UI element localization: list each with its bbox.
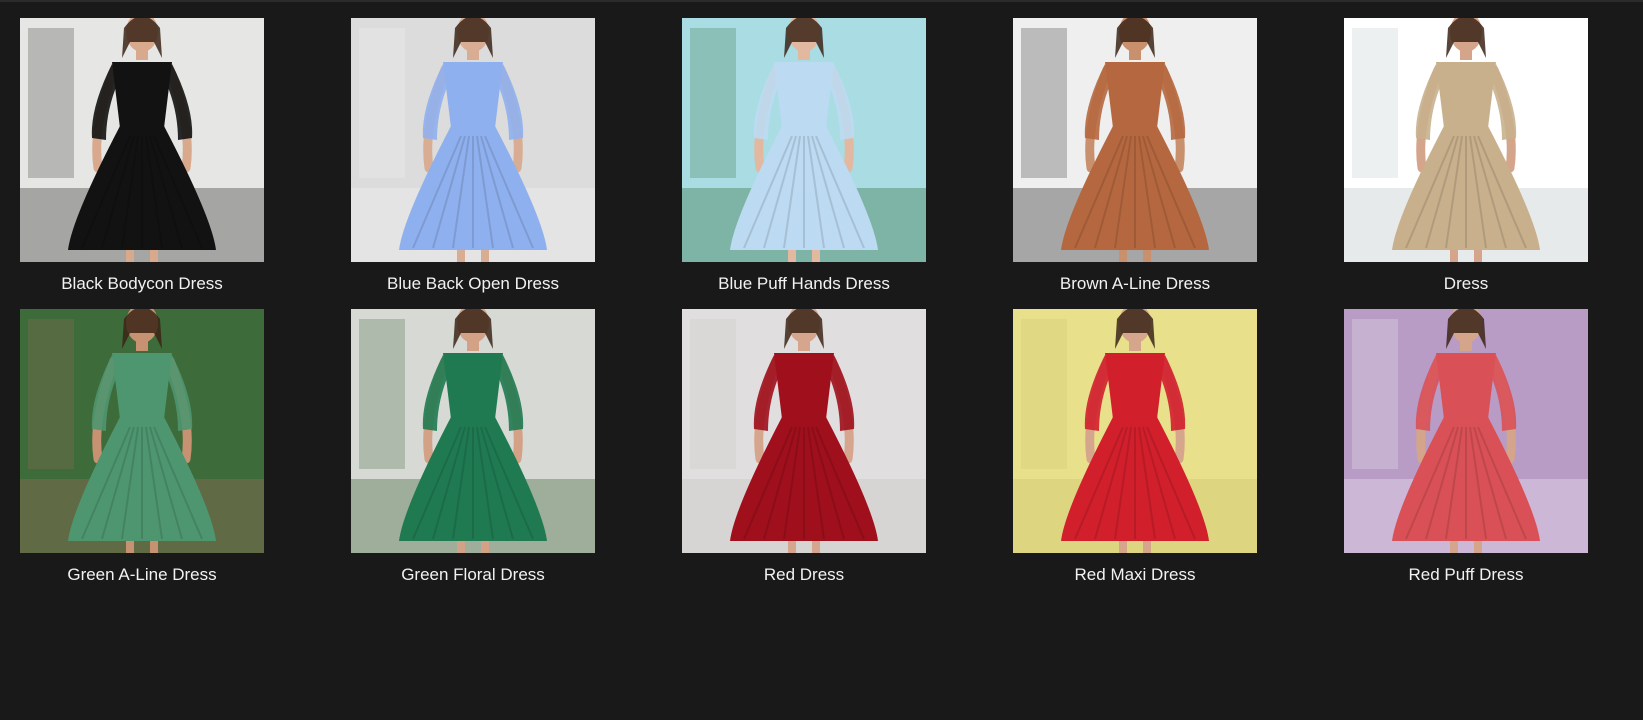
dress-thumbnail[interactable] [1344,18,1588,262]
gallery-item[interactable]: Red Puff Dress [1344,309,1588,585]
gallery-item-label: Blue Back Open Dress [387,274,559,293]
gallery-item-label: Red Puff Dress [1408,565,1524,584]
gallery-item[interactable]: Blue Back Open Dress [351,18,595,294]
gallery-item[interactable]: Black Bodycon Dress [20,18,264,294]
dress-photo [1344,18,1588,262]
dress-gallery: Black Bodycon Dress Blue Back Open Dress B… [20,18,1623,585]
dress-photo [682,309,926,553]
dress-photo [682,18,926,262]
dress-photo [20,309,264,553]
dress-photo [351,18,595,262]
dress-photo [351,309,595,553]
dress-photo [20,18,264,262]
dress-thumbnail[interactable] [1344,309,1588,553]
dress-photo [1344,309,1588,553]
dress-thumbnail[interactable] [682,309,926,553]
gallery-item[interactable]: Red Dress [682,309,926,585]
dress-thumbnail[interactable] [351,18,595,262]
dress-thumbnail[interactable] [20,18,264,262]
dress-photo [1013,309,1257,553]
gallery-item-label: Green Floral Dress [401,565,545,584]
dress-photo [1013,18,1257,262]
window-top-border [0,0,1643,2]
gallery-item[interactable]: Dress [1344,18,1588,294]
gallery-item[interactable]: Green A-Line Dress [20,309,264,585]
dress-thumbnail[interactable] [1013,309,1257,553]
gallery-item[interactable]: Red Maxi Dress [1013,309,1257,585]
dress-thumbnail[interactable] [1013,18,1257,262]
gallery-item-label: Red Dress [763,565,845,584]
dress-thumbnail[interactable] [351,309,595,553]
dress-thumbnail[interactable] [682,18,926,262]
gallery-item[interactable]: Brown A-Line Dress [1013,18,1257,294]
gallery-item[interactable]: Green Floral Dress [351,309,595,585]
gallery-item-label: Black Bodycon Dress [61,274,223,293]
gallery-item-label: Blue Puff Hands Dress [718,274,890,293]
gallery-item[interactable]: Blue Puff Hands Dress [682,18,926,294]
gallery-item-label: Brown A-Line Dress [1059,274,1211,293]
gallery-item-label: Dress [1443,274,1489,293]
gallery-item-label: Green A-Line Dress [67,565,217,584]
dress-thumbnail[interactable] [20,309,264,553]
gallery-item-label: Red Maxi Dress [1074,565,1196,584]
